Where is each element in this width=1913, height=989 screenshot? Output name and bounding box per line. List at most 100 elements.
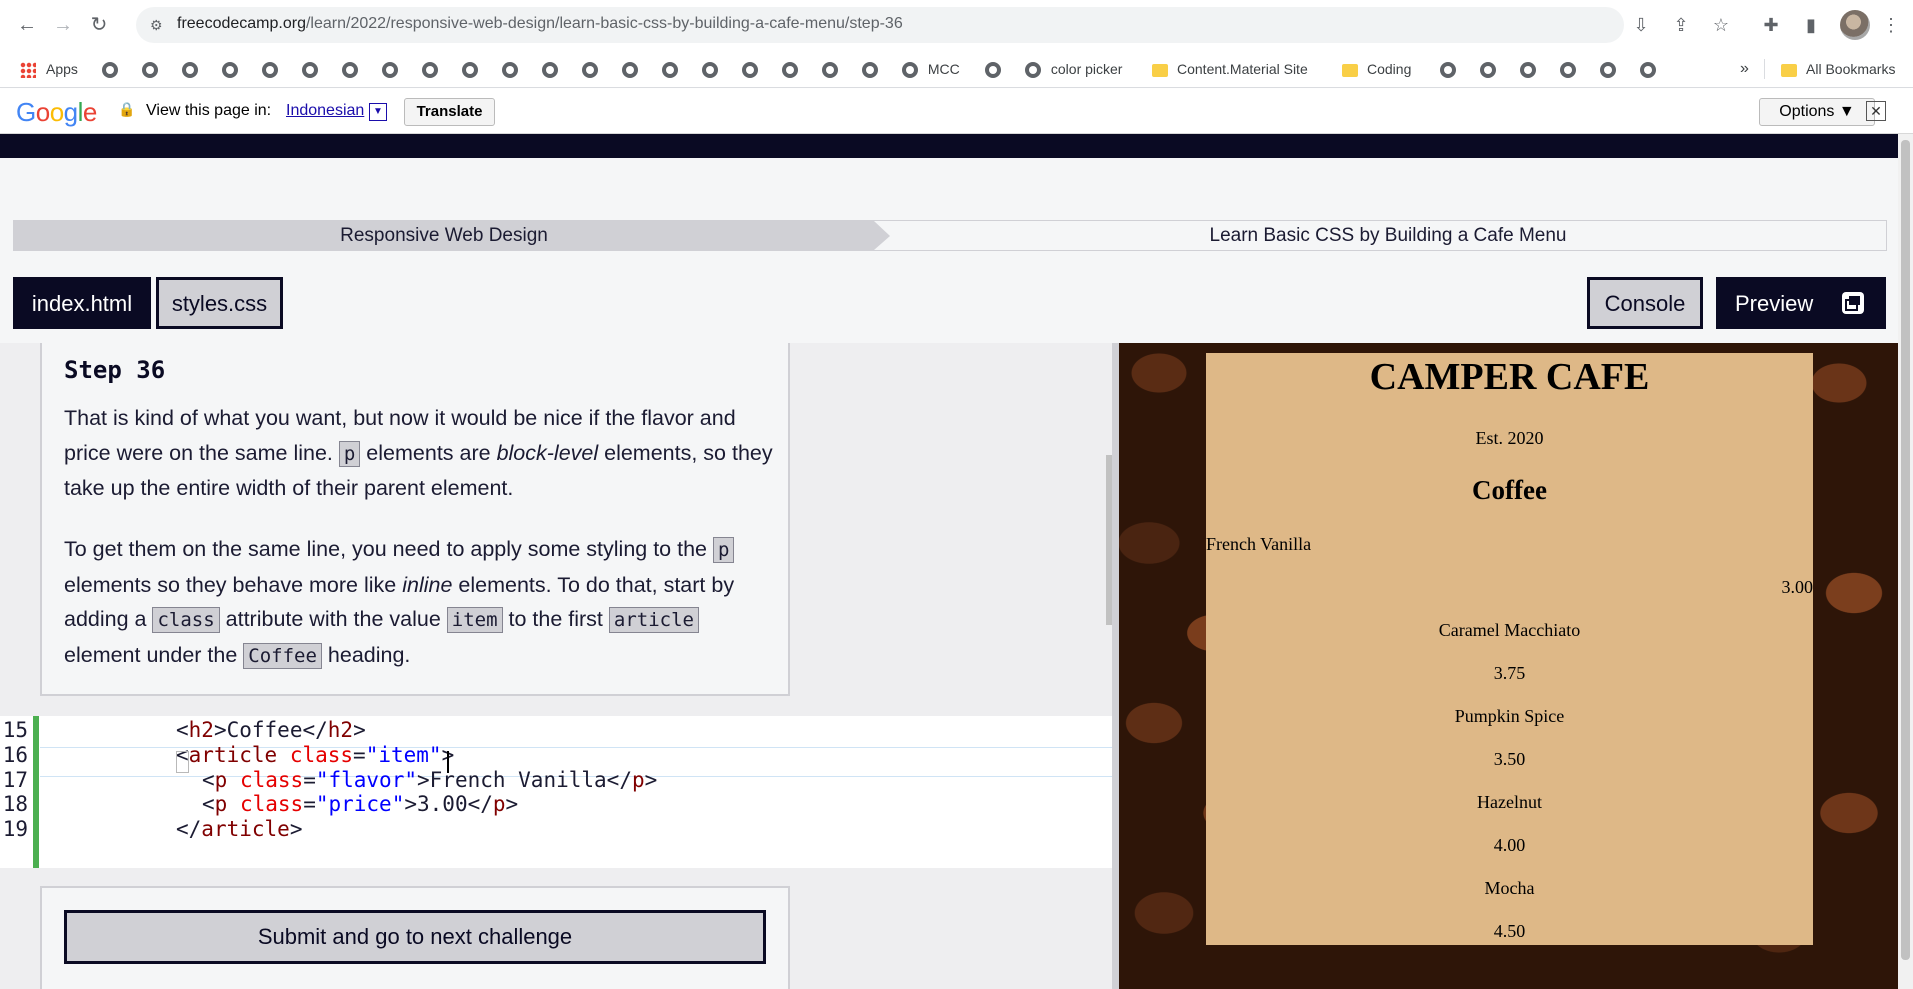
site-info-icon[interactable]: ⚙ [150,14,172,36]
bookmark-globe[interactable] [985,50,1001,88]
bookmark-globe[interactable] [382,50,398,88]
bookmark-globe[interactable] [182,50,198,88]
share-icon[interactable]: ⇪ [1668,12,1694,38]
instructions-paragraph-1: That is kind of what you want, but now i… [64,406,773,500]
line-number: 17 [2,768,28,792]
globe-icon [102,62,118,79]
bookmark-globe[interactable] [622,50,638,88]
tab-index-html[interactable]: index.html [13,277,151,329]
bookmark-globe[interactable] [1560,50,1576,88]
bookmark-globe[interactable] [502,50,518,88]
inline-code: Coffee [243,642,322,669]
bookmark-globe[interactable] [1480,50,1496,88]
url-domain: freecodecamp.org [177,15,306,32]
globe-icon [985,62,1001,79]
profile-avatar[interactable] [1840,10,1870,40]
step-title: Step 36 [64,356,166,384]
language-dropdown-icon[interactable]: ▼ [369,103,387,121]
browser-toolbar: ← → ↻ ⚙ freecodecamp.org/learn/2022/resp… [0,0,1913,50]
bookmark-globe[interactable] [1440,50,1456,88]
bookmark-globe[interactable] [742,50,758,88]
translate-button[interactable]: Translate [404,98,495,126]
bookmark-globe[interactable] [1640,50,1656,88]
bookmark-globe[interactable] [142,50,158,88]
bookmark-content-material[interactable]: Content.Material Site [1152,50,1308,88]
breadcrumb-superblock[interactable]: Responsive Web Design [14,221,874,250]
bookmark-globe[interactable] [582,50,598,88]
bookmark-globe[interactable] [1600,50,1616,88]
cafe-menu: CAMPER CAFE Est. 2020 Coffee French Vani… [1206,353,1813,945]
bookmark-globe[interactable] [782,50,798,88]
bookmark-globe[interactable] [262,50,278,88]
inline-code: item [446,607,503,633]
reload-icon[interactable]: ↻ [86,12,112,38]
line-number: 18 [2,792,28,816]
menu-flavor: Pumpkin Spice [1454,706,1565,726]
bookmark-globe[interactable] [222,50,238,88]
pane-resize-handle[interactable] [1112,343,1119,989]
bookmark-globe[interactable] [862,50,878,88]
globe-icon [542,62,558,79]
line-number: 16 [2,743,28,767]
globe-icon [742,62,758,79]
menu-established: Est. 2020 [1475,428,1544,448]
console-button[interactable]: Console [1587,277,1703,329]
bookmark-color-picker[interactable]: color picker [1025,50,1122,88]
globe-icon [622,62,638,79]
menu-price: 3.00 [1781,577,1814,597]
menu-kebab-icon[interactable]: ⋮ [1878,12,1904,38]
bookmark-all[interactable]: All Bookmarks [1781,50,1895,88]
bookmark-globe[interactable] [462,50,478,88]
bookmark-globe[interactable] [542,50,558,88]
forward-icon[interactable]: → [50,12,76,38]
globe-icon [342,62,358,79]
menu-flavor: French Vanilla [1206,534,1312,554]
emphasis: block-level [496,440,599,465]
extensions-icon[interactable]: ✚ [1758,12,1784,38]
code-line-15[interactable]: <h2>Coffee</h2> [176,718,366,742]
bookmark-globe[interactable] [1520,50,1536,88]
code-line-17[interactable]: <p class="flavor">French Vanilla</p> [202,768,657,792]
folder-icon [1152,63,1168,77]
bookmark-globe[interactable] [302,50,318,88]
bookmark-apps[interactable]: Apps [20,50,78,88]
bookmark-globe[interactable] [822,50,838,88]
bookmark-globe[interactable] [102,50,118,88]
globe-icon [422,62,438,79]
translate-language-link[interactable]: Indonesian [286,102,364,120]
side-panel-icon[interactable]: ▮ [1798,12,1824,38]
code-editor[interactable] [0,716,1112,868]
emphasis: inline [402,572,453,597]
code-line-18[interactable]: <p class="price">3.00</p> [202,792,518,816]
inline-code: p [338,440,361,467]
bookmark-content-material-label: Content.Material Site [1177,61,1308,77]
inline-code: article [608,607,699,633]
bookmark-globe[interactable] [662,50,678,88]
bookmark-globe[interactable] [702,50,718,88]
globe-icon [382,62,398,79]
close-icon[interactable]: ✕ [1866,101,1886,121]
editable-region-marker [33,716,39,868]
bookmark-coding[interactable]: Coding [1342,50,1411,88]
bookmarks-overflow[interactable]: » [1740,50,1749,88]
translate-options-button[interactable]: Options ▼ [1759,98,1875,126]
url-text[interactable]: freecodecamp.org/learn/2022/responsive-w… [177,15,903,33]
page-scrollbar-thumb[interactable] [1901,140,1910,960]
code-line-19[interactable]: </article> [176,817,302,841]
globe-icon [1480,62,1496,79]
bookmark-all-label: All Bookmarks [1806,61,1896,77]
bookmark-globe[interactable] [342,50,358,88]
globe-icon [182,62,198,79]
breadcrumb-block[interactable]: Learn Basic CSS by Building a Cafe Menu [890,221,1886,250]
bookmark-mcc[interactable]: MCC [902,50,960,88]
popout-window-icon[interactable] [1840,290,1866,316]
tab-styles-css[interactable]: styles.css [156,277,283,329]
code-line-16[interactable]: <article class="item"> [176,743,454,767]
bookmark-star-icon[interactable]: ☆ [1708,12,1734,38]
install-app-icon[interactable]: ⇩ [1628,12,1654,38]
fcc-navbar [0,134,1898,158]
submit-button[interactable]: Submit and go to next challenge [64,910,766,964]
globe-icon [822,62,838,79]
back-icon[interactable]: ← [14,12,40,38]
bookmark-globe[interactable] [422,50,438,88]
